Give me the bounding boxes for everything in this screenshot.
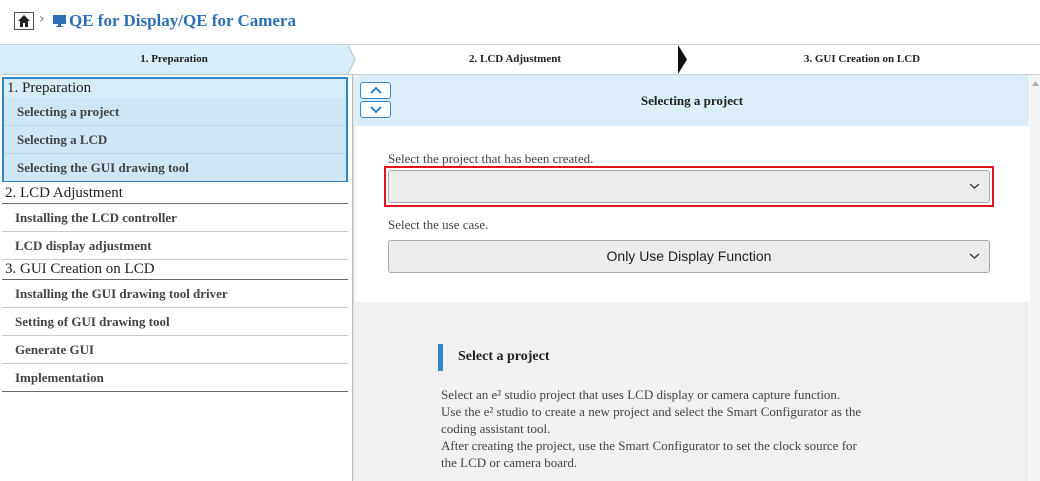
form-area: Select the project that has been created… [355, 126, 1029, 301]
sidebar-section-title[interactable]: 3. GUI Creation on LCD [2, 260, 348, 280]
prev-step-button[interactable] [360, 82, 391, 99]
info-line: Use the e² studio to create a new projec… [441, 404, 862, 419]
sidebar-item-lcd-display-adjustment[interactable]: LCD display adjustment [2, 232, 348, 260]
sidebar-section-lcd-adjustment: 2. LCD Adjustment Installing the LCD con… [2, 184, 348, 260]
sidebar-section-title[interactable]: 2. LCD Adjustment [2, 184, 348, 204]
sidebar-section-preparation: 1. Preparation Selecting a project Selec… [2, 77, 348, 182]
info-panel: Select a project Select an e² studio pro… [355, 302, 1029, 481]
scroll-up-icon[interactable] [1032, 81, 1039, 86]
nav-arrows [360, 82, 393, 122]
info-line: After creating the project, use the Smar… [441, 438, 857, 453]
step-gui-creation[interactable]: 3. GUI Creation on LCD [684, 45, 1040, 74]
step-bar: 1. Preparation 2. LCD Adjustment 3. GUI … [0, 44, 1040, 75]
info-line: Select an e² studio project that uses LC… [441, 387, 841, 402]
sidebar-item-implementation[interactable]: Implementation [2, 364, 348, 392]
step-preparation[interactable]: 1. Preparation [0, 45, 348, 74]
usecase-select-value: Only Use Display Function [606, 248, 772, 264]
info-line: coding assistant tool. [441, 421, 551, 436]
usecase-select[interactable]: Only Use Display Function [388, 240, 990, 273]
chevron-down-icon [969, 183, 980, 189]
sidebar: 1. Preparation Selecting a project Selec… [0, 75, 353, 481]
sidebar-item-generate-gui[interactable]: Generate GUI [2, 336, 348, 364]
monitor-icon [53, 14, 66, 32]
sidebar-item-selecting-lcd[interactable]: Selecting a LCD [4, 126, 346, 154]
usecase-select-label: Select the use case. [388, 217, 489, 232]
main-panel: Selecting a project Select the project t… [355, 75, 1029, 481]
step-lcd-adjustment[interactable]: 2. LCD Adjustment [350, 45, 680, 74]
scrollbar[interactable] [1030, 75, 1040, 481]
sidebar-item-installing-gui-driver[interactable]: Installing the GUI drawing tool driver [2, 280, 348, 308]
info-title: Select a project [458, 349, 550, 364]
app-title[interactable]: QE for Display/QE for Camera [69, 11, 296, 31]
info-accent-bar [438, 344, 443, 371]
sidebar-item-selecting-gui-tool[interactable]: Selecting the GUI drawing tool [4, 154, 346, 181]
breadcrumb-separator: › [39, 11, 45, 27]
sidebar-item-selecting-project[interactable]: Selecting a project [4, 98, 346, 126]
breadcrumb: › QE for Display/QE for Camera [0, 0, 1040, 42]
chevron-down-icon [370, 106, 382, 114]
chevron-down-icon [969, 253, 980, 259]
project-select[interactable] [388, 170, 990, 203]
next-step-button[interactable] [360, 101, 391, 118]
main-header: Selecting a project [355, 75, 1029, 126]
sidebar-section-gui-creation: 3. GUI Creation on LCD Installing the GU… [2, 260, 348, 392]
sidebar-item-installing-lcd-controller[interactable]: Installing the LCD controller [2, 204, 348, 232]
info-line: the LCD or camera board. [441, 455, 578, 470]
home-icon[interactable] [14, 12, 34, 30]
sidebar-section-title[interactable]: 1. Preparation [4, 79, 346, 98]
sidebar-item-setting-gui-tool[interactable]: Setting of GUI drawing tool [2, 308, 348, 336]
page-title: Selecting a project [640, 93, 744, 108]
project-select-label: Select the project that has been created… [388, 151, 594, 166]
info-text: Select an e² studio project that uses LC… [441, 386, 961, 471]
chevron-up-icon [370, 86, 382, 94]
